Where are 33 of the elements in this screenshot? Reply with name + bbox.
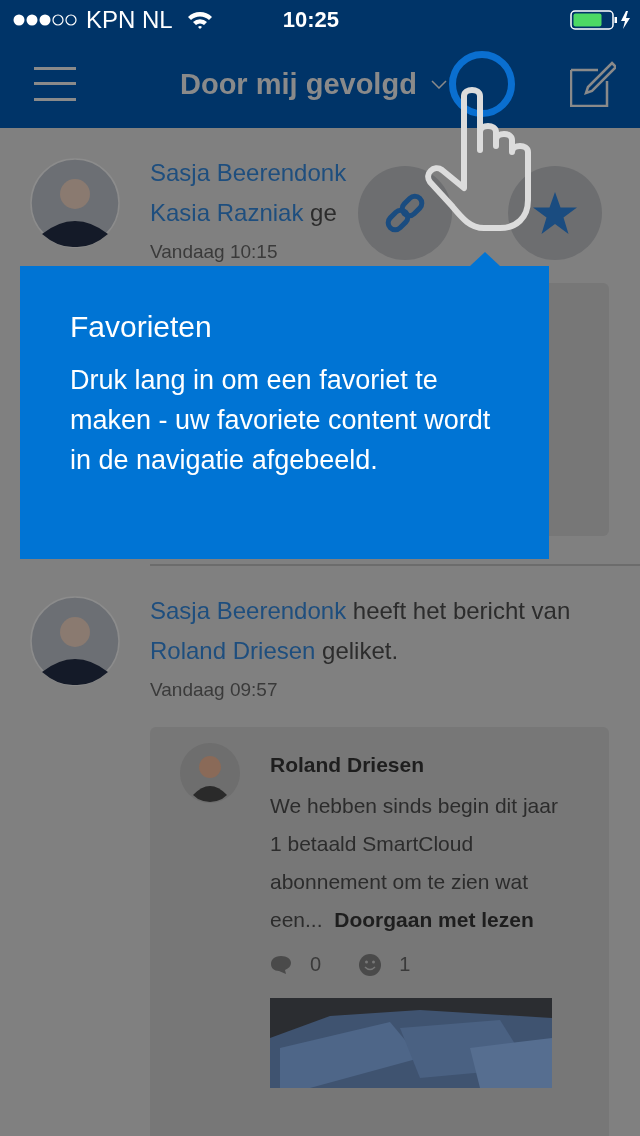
avatar[interactable]	[180, 743, 240, 803]
user-link[interactable]: Sasja Beerendonk	[150, 159, 347, 186]
timestamp: Vandaag 10:15	[150, 241, 279, 263]
user-link[interactable]: Sasja Beerendonk	[150, 597, 347, 624]
star-icon	[532, 191, 578, 235]
like-count: 1	[399, 953, 411, 976]
feed-filter-dropdown[interactable]: Door mij gevolgd	[180, 67, 417, 101]
activity-text: geliket.	[322, 637, 399, 664]
link-icon	[383, 191, 427, 235]
signal-icon	[12, 13, 78, 27]
chevron-down-icon[interactable]	[430, 79, 447, 89]
read-more-link[interactable]: Doorgaan met lezen	[334, 908, 534, 931]
menu-icon[interactable]	[34, 67, 76, 101]
carrier-name: KPN NL	[86, 6, 173, 34]
activity-text: heeft het bericht van	[352, 597, 571, 624]
compose-icon[interactable]	[570, 61, 616, 107]
author-name[interactable]: Roland Driesen	[270, 753, 580, 777]
user-link[interactable]: Kasia Razniak	[150, 199, 304, 226]
tooltip-text: Druk lang in om een favoriet te maken - uw favoriete content wordt in de navigatie afgebeeld.	[70, 364, 492, 477]
touch-indicator	[449, 51, 515, 117]
comment-count: 0	[310, 953, 322, 976]
smiley-icon[interactable]	[359, 953, 382, 976]
avatar[interactable]	[30, 158, 120, 248]
battery-icon	[570, 10, 632, 30]
tooltip-title: Favorieten	[70, 310, 213, 344]
activity-text: ge	[310, 199, 337, 226]
clock-time: 10:25	[282, 7, 339, 33]
post-excerpt: We hebben sinds begin dit jaar 1 betaald SmartCloud abonnement om te zien wat een... Doorgaan met lezen	[270, 793, 559, 933]
wifi-icon	[186, 10, 213, 30]
timestamp: Vandaag 09:57	[150, 679, 279, 701]
user-link[interactable]: Roland Driesen	[150, 637, 316, 664]
avatar[interactable]	[30, 596, 120, 686]
comment-icon[interactable]	[270, 954, 292, 975]
